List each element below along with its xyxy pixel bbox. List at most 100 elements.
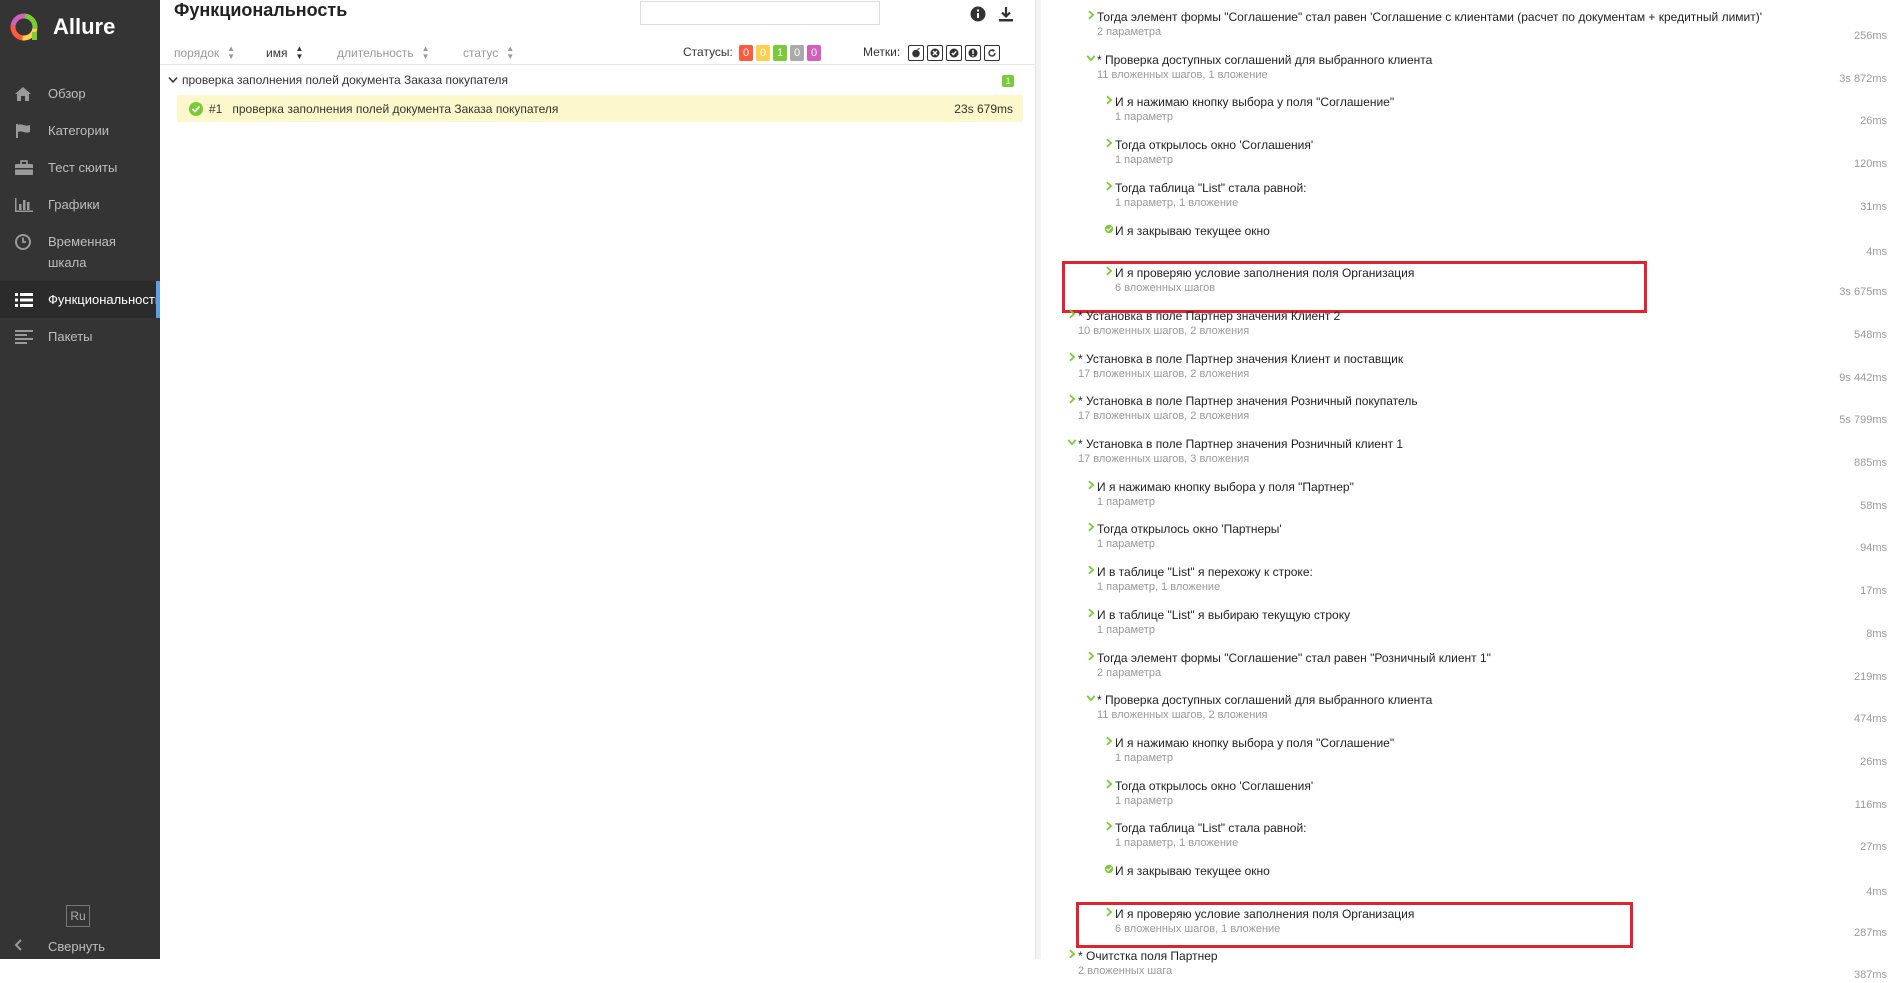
sidebar-item-categories[interactable]: Категории [0, 112, 160, 149]
step-name: * Установка в поле Партнер значения Клие… [1078, 308, 1341, 323]
chevron-right-icon[interactable] [1067, 394, 1077, 404]
test-step-row[interactable]: * Установка в поле Партнер значения Клие… [1041, 301, 1887, 343]
step-name: И я закрываю текущее окно [1115, 864, 1270, 878]
brand[interactable]: Allure [9, 10, 115, 44]
step-details: 1 параметр [1115, 751, 1173, 764]
search-input[interactable] [640, 1, 880, 25]
test-step-row[interactable]: И я нажимаю кнопку выбора у поля "Соглаш… [1041, 87, 1887, 129]
collapse-sidebar-button[interactable]: Свернуть [14, 939, 105, 954]
test-step-row[interactable]: И в таблице "List" я выбираю текущую стр… [1041, 600, 1887, 642]
chevron-right-icon[interactable] [1104, 821, 1114, 831]
chevron-right-icon[interactable] [1104, 138, 1114, 148]
new-passed-icon[interactable] [965, 45, 981, 61]
test-step-row[interactable]: Тогда открылось окно 'Соглашения' 1 парам… [1041, 771, 1887, 813]
chevron-right-icon[interactable] [1067, 949, 1077, 959]
sort-label: статус [463, 46, 499, 60]
step-duration: 17ms [1860, 585, 1887, 598]
sidebar-item-overview[interactable]: Обзор [0, 75, 160, 112]
test-step-row[interactable]: * Установка в поле Партнер значения Клие… [1041, 344, 1887, 386]
step-duration: 474ms [1853, 713, 1887, 726]
status-filter-skipped[interactable]: 0 [790, 45, 804, 61]
sort-by-duration[interactable]: длительность ▲ ▼ [337, 45, 430, 61]
chevron-right-icon[interactable] [1086, 608, 1096, 618]
sort-arrows-icon: ▲ ▼ [227, 44, 236, 61]
sidebar-item-graphs[interactable]: Графики [0, 186, 160, 223]
group-count-badge: 1 [1002, 75, 1014, 87]
sidebar-item-behaviors[interactable]: Функциональность [0, 281, 162, 318]
chevron-right-icon[interactable] [1104, 181, 1114, 191]
step-details: 1 параметр, 1 вложение [1115, 837, 1239, 850]
chevron-right-icon[interactable] [1086, 651, 1096, 661]
chevron-right-icon[interactable] [1086, 522, 1096, 532]
test-step-row[interactable]: Тогда открылось окно 'Соглашения' 1 парам… [1041, 130, 1887, 172]
passed-status-icon[interactable] [1104, 864, 1114, 874]
sort-by-name[interactable]: имя ▲ ▼ [266, 45, 303, 61]
sort-bar: порядок ▲ ▼ имя ▲ ▼ длительность ▲ ▼ статус… [160, 42, 1035, 65]
test-step-row[interactable]: * Установка в поле Партнер значения Розн… [1041, 429, 1887, 471]
step-details: 2 параметра [1097, 26, 1162, 38]
chevron-right-icon[interactable] [1086, 480, 1096, 490]
retries-icon[interactable] [984, 45, 1000, 61]
step-details: 17 вложенных шагов, 2 вложения [1078, 410, 1250, 423]
test-step-row[interactable]: И я закрываю текущее окно 4ms [1041, 216, 1887, 258]
chevron-right-icon[interactable] [1067, 352, 1077, 362]
test-row-selected[interactable]: #1 проверка заполнения полей документа З… [177, 95, 1023, 122]
test-step-row[interactable]: И я нажимаю кнопку выбора у поля "Партне… [1041, 472, 1887, 514]
chevron-right-icon[interactable] [1067, 309, 1077, 319]
test-step-row[interactable]: И я закрываю текущее окно 4ms [1041, 856, 1887, 898]
test-step-row[interactable]: Тогда таблица "List" стала равной: 1 пара… [1041, 813, 1887, 855]
test-step-row[interactable]: И я нажимаю кнопку выбора у поля "Соглаш… [1041, 728, 1887, 770]
tree-group-row[interactable]: проверка заполнения полей документа Зака… [168, 70, 1028, 90]
test-step-row[interactable]: Тогда таблица "List" стала равной: 1 пара… [1041, 173, 1887, 215]
status-filter-unknown[interactable]: 0 [807, 45, 821, 61]
download-icon[interactable] [998, 6, 1016, 24]
sort-by-status[interactable]: статус ▲ ▼ [463, 45, 514, 61]
test-step-row[interactable]: Тогда элемент формы "Соглашение" стал ра… [1041, 643, 1887, 685]
flaky-icon[interactable] [908, 45, 924, 61]
step-name: Тогда таблица "List" стала равной: [1115, 821, 1307, 836]
step-name: * Очитстка поля Партнер [1078, 949, 1218, 964]
chevron-right-icon[interactable] [1086, 10, 1096, 20]
step-duration: 27ms [1860, 841, 1887, 854]
sidebar-item-timeline[interactable]: Временная шкала [0, 223, 160, 281]
sort-arrows-icon: ▲ ▼ [506, 44, 515, 61]
step-duration: 26ms [1860, 115, 1887, 128]
language-switch-button[interactable]: Ru [66, 905, 90, 927]
new-broken-icon[interactable] [946, 45, 962, 61]
sidebar-item-label: Пакеты [48, 329, 93, 344]
test-step-row[interactable]: Тогда элемент формы "Соглашение" стал ра… [1041, 2, 1887, 44]
step-duration: 26ms [1860, 755, 1887, 768]
step-duration: 116ms [1854, 798, 1887, 811]
test-step-row[interactable]: * Проверка доступных соглашений для выбр… [1041, 685, 1887, 727]
step-duration: 9s 442ms [1839, 371, 1887, 384]
chevron-down-icon[interactable] [1086, 693, 1096, 703]
chevron-right-icon[interactable] [1104, 95, 1114, 105]
chevron-down-icon[interactable] [1067, 437, 1077, 447]
sidebar-item-suites[interactable]: Тест сюиты [0, 149, 160, 186]
sidebar-item-packages[interactable]: Пакеты [0, 318, 160, 355]
test-step-row[interactable]: * Очитстка поля Партнер 2 вложенных шага 3… [1041, 941, 1887, 983]
chevron-right-icon[interactable] [1086, 565, 1096, 575]
sidebar-nav: Обзор Категории Тест сюиты Графики Време… [0, 75, 162, 355]
marks-label: Метки: [863, 45, 901, 59]
chevron-right-icon[interactable] [1104, 736, 1114, 746]
chevron-down-icon[interactable] [1086, 53, 1096, 63]
align-left-icon [14, 326, 36, 347]
passed-status-icon[interactable] [1104, 224, 1114, 234]
chevron-right-icon[interactable] [1104, 779, 1114, 789]
new-failed-icon[interactable] [927, 45, 943, 61]
test-step-row[interactable]: * Установка в поле Партнер значения Розн… [1041, 386, 1887, 428]
step-details: 2 параметра [1097, 666, 1162, 679]
sort-by-order[interactable]: порядок ▲ ▼ [174, 45, 235, 61]
status-filter-broken[interactable]: 0 [756, 45, 770, 61]
step-details: 1 параметр [1097, 495, 1155, 508]
test-step-row[interactable]: * Проверка доступных соглашений для выбр… [1041, 45, 1887, 87]
status-filter-failed[interactable]: 0 [739, 45, 753, 61]
test-step-row[interactable]: И в таблице "List" я перехожу к строке: 1… [1041, 557, 1887, 599]
step-details: 1 параметр [1115, 154, 1173, 167]
info-icon[interactable] [970, 6, 988, 24]
step-details: 1 параметр, 1 вложение [1115, 196, 1239, 209]
test-step-row[interactable]: Тогда открылось окно 'Партнеры' 1 парамет… [1041, 514, 1887, 556]
status-filter-passed[interactable]: 1 [773, 45, 787, 61]
sort-label: порядок [174, 46, 220, 60]
